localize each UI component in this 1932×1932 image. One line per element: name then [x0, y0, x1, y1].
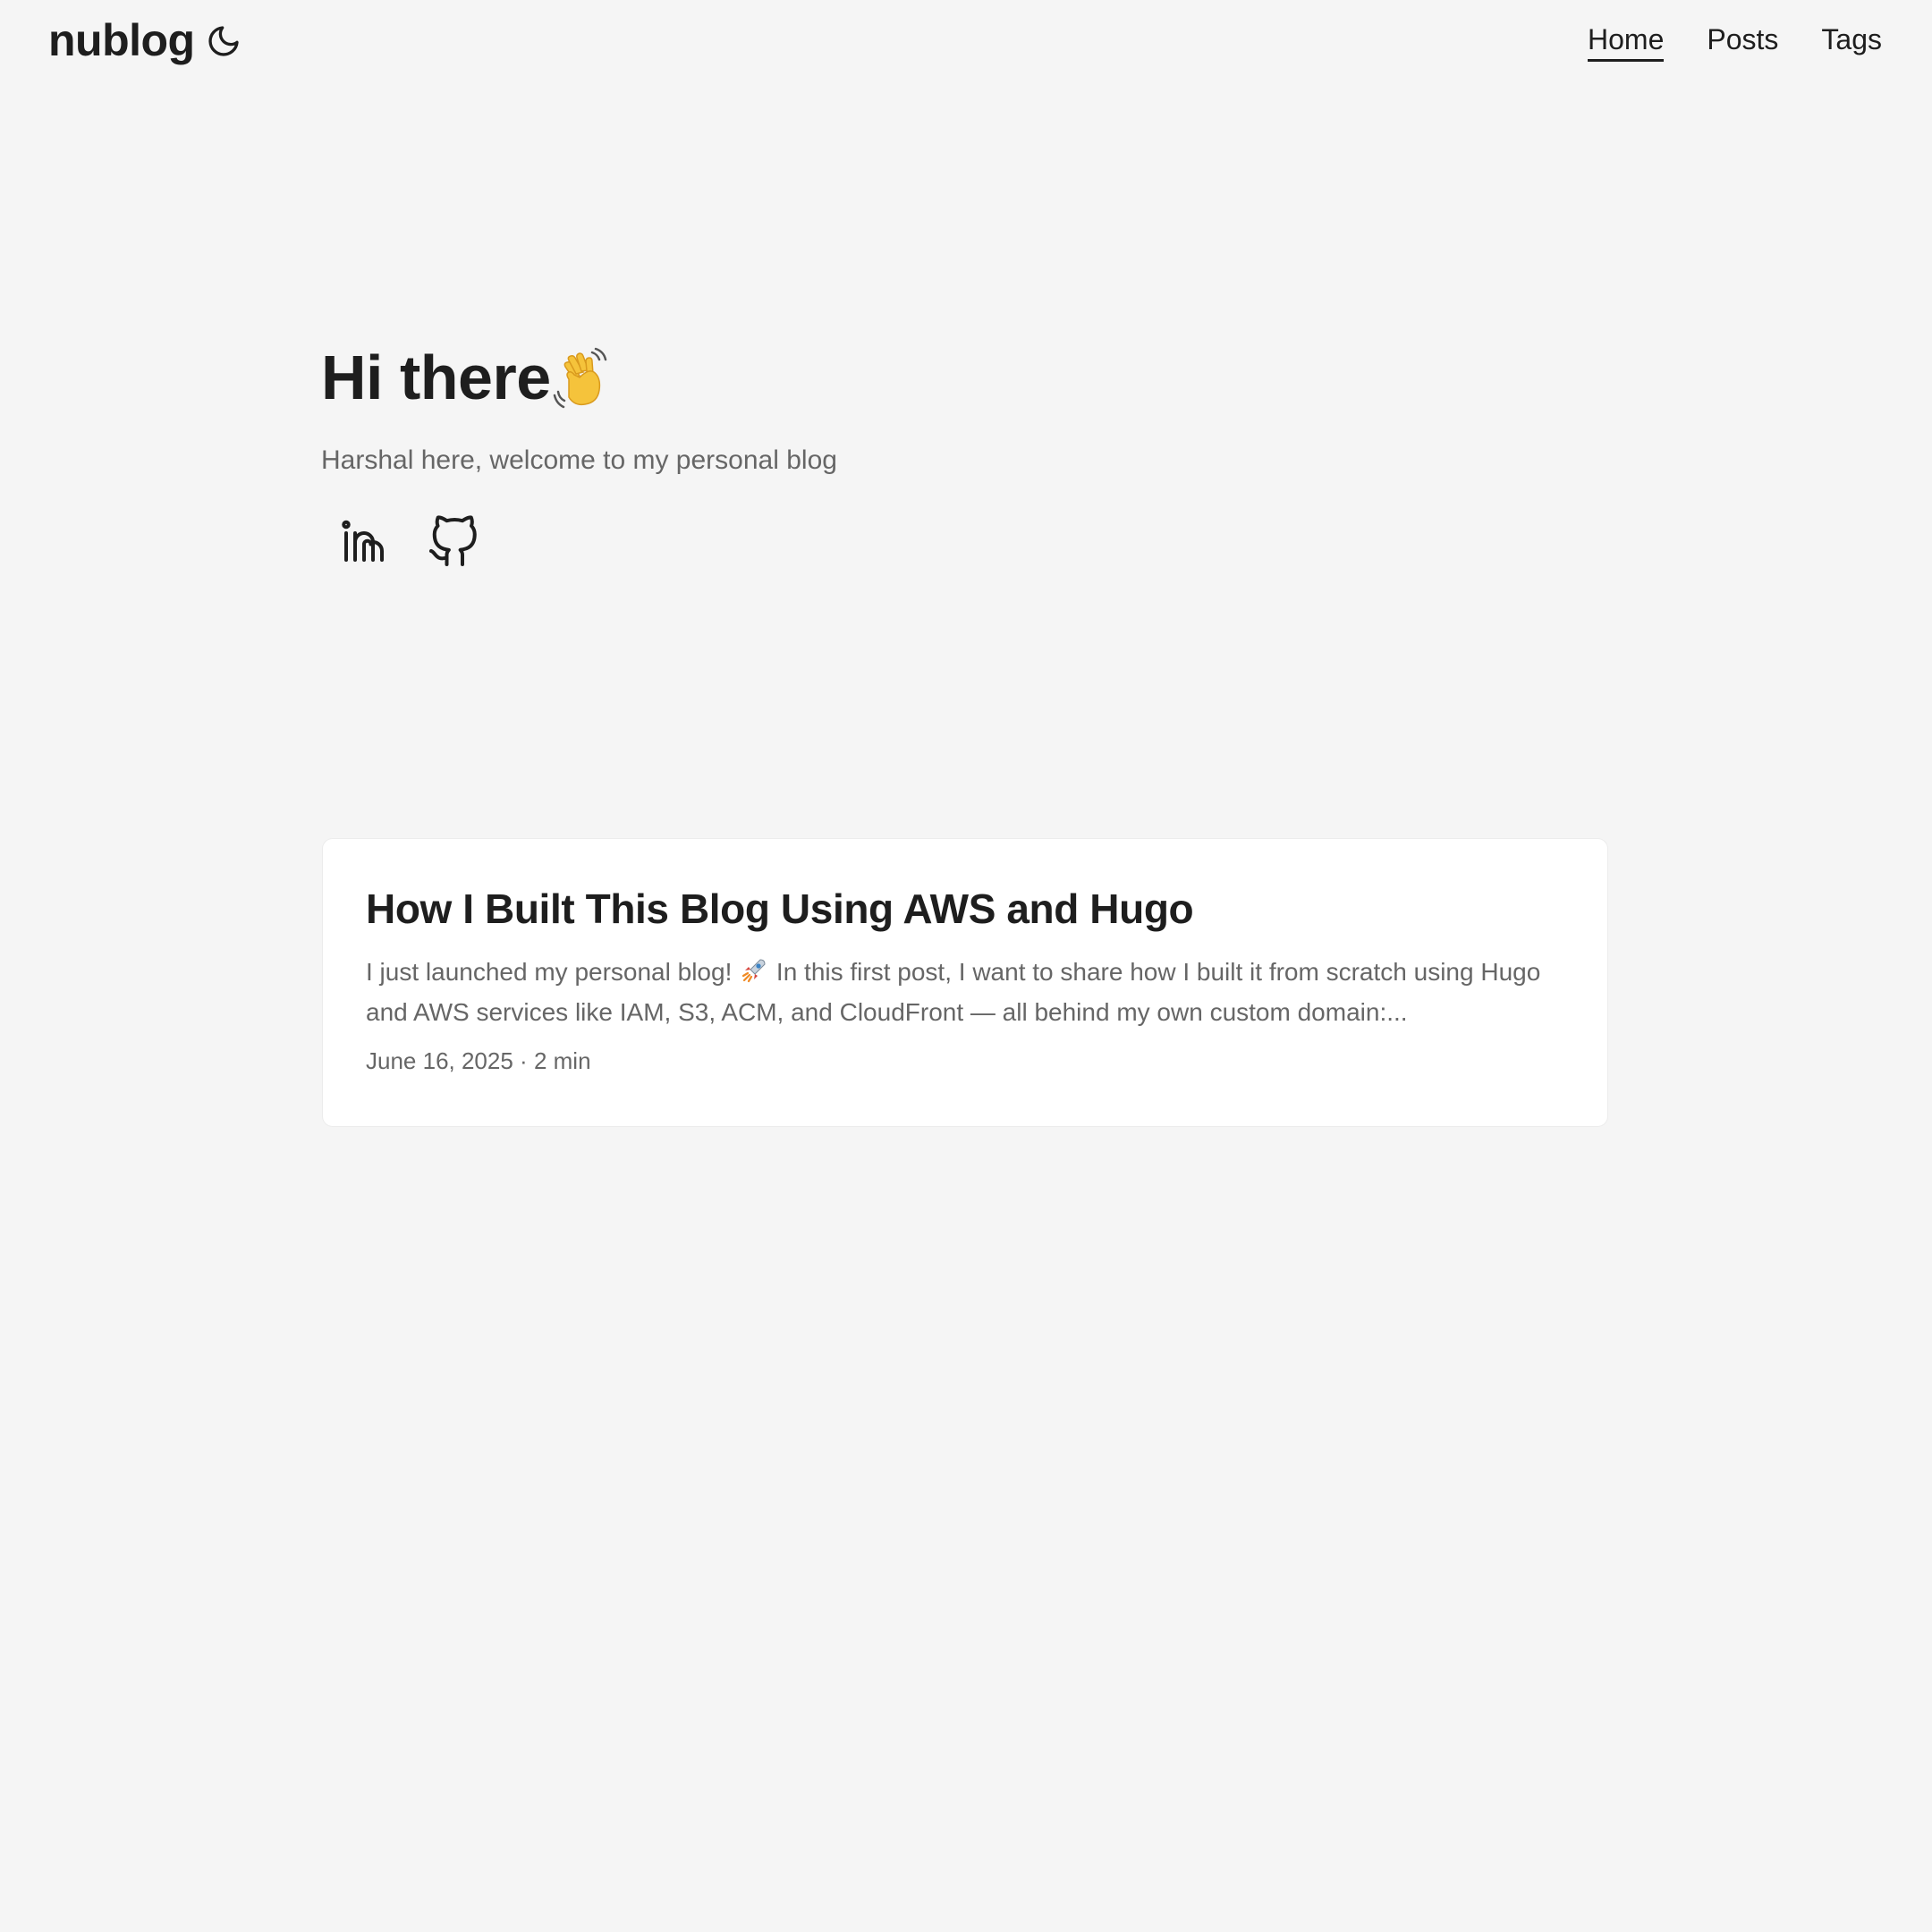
meta-separator: · [520, 1047, 528, 1074]
main-nav: Home Posts Tags [1588, 20, 1882, 62]
nav-tags[interactable]: Tags [1821, 20, 1882, 59]
post-title[interactable]: How I Built This Blog Using AWS and Hugo [366, 884, 1564, 934]
hero-title-text: Hi there [321, 343, 551, 412]
rocket-icon [741, 955, 767, 983]
hero-heading: Hi there [321, 333, 1609, 422]
hero-subtitle: Harshal here, welcome to my personal blo… [321, 445, 837, 475]
site-logo[interactable]: nublog [48, 13, 195, 68]
hero-section: Hi there Harshal here, welcome to my per… [321, 333, 1609, 569]
post-reading-time: 2 min [533, 1047, 591, 1074]
social-links [321, 515, 1609, 569]
post-excerpt: I just launched my personal blog! In thi… [366, 952, 1564, 1032]
nav-home[interactable]: Home [1588, 20, 1665, 62]
post-date: June 16, 2025 [366, 1047, 513, 1074]
post-card[interactable]: How I Built This Blog Using AWS and Hugo… [322, 838, 1608, 1127]
post-meta: June 16, 2025 · 2 min [366, 1045, 1564, 1077]
moon-icon[interactable] [206, 23, 242, 59]
github-icon[interactable] [427, 515, 480, 569]
linkedin-icon[interactable] [337, 515, 391, 569]
nav-posts[interactable]: Posts [1707, 20, 1778, 59]
post-excerpt-start: I just launched my personal blog! [366, 958, 733, 986]
waving-hand-icon [553, 345, 617, 410]
site-header: nublog Home Posts Tags [0, 0, 1932, 82]
